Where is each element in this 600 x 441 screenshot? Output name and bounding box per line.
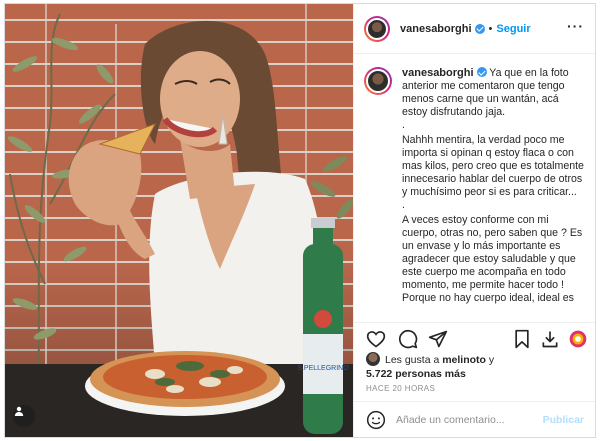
caption-username[interactable]: vanesaborghi <box>402 67 474 79</box>
caption-paragraph: . <box>402 199 405 211</box>
separator: • <box>488 22 493 35</box>
follow-button[interactable]: Seguir <box>496 23 530 35</box>
caption-avatar[interactable] <box>364 67 392 95</box>
avatar[interactable] <box>364 15 390 42</box>
post-photo[interactable]: S.PELLEGRINO <box>5 4 353 437</box>
caption-paragraph: Nahhh mentira, la verdad poco me importa… <box>402 134 587 198</box>
svg-text:S.PELLEGRINO: S.PELLEGRINO <box>297 365 349 372</box>
caption-paragraph: A veces estoy conforme con mi cuerpo, ot… <box>402 214 586 291</box>
verified-badge-icon <box>474 23 485 34</box>
heart-icon[interactable] <box>366 329 386 349</box>
action-bar <box>354 322 595 352</box>
instagram-post: S.PELLEGRINO vanesaborghi • Seguir ··· v… <box>4 3 596 438</box>
caption-paragraph: . <box>402 119 405 131</box>
bookmark-icon[interactable] <box>512 329 532 349</box>
caption-text: vanesaborghi Ya que en la foto anterior … <box>402 67 586 305</box>
liked-by-user[interactable]: melinoto <box>442 354 486 366</box>
caption-paragraph: Porque no hay cuerpo ideal, ideal es <box>402 292 574 304</box>
post-timestamp[interactable]: HACE 20 HORAS <box>366 384 435 393</box>
paper-plane-icon[interactable] <box>428 329 448 349</box>
likes-count[interactable]: 5.722 personas más <box>366 368 466 380</box>
extension-icon[interactable] <box>568 329 588 349</box>
emoji-icon[interactable] <box>366 410 386 430</box>
likes-summary: Les gusta a melinoto y 5.722 personas má… <box>366 352 494 381</box>
post-side-panel: vanesaborghi • Seguir ··· vanesaborghi Y… <box>353 4 595 437</box>
username[interactable]: vanesaborghi <box>400 23 472 35</box>
download-icon[interactable] <box>540 329 560 349</box>
water-bottle: S.PELLEGRINO <box>297 218 349 434</box>
user-tag-icon[interactable] <box>13 405 35 427</box>
post-header: vanesaborghi • Seguir ··· <box>354 4 595 54</box>
comment-input[interactable]: Añade un comentario... <box>396 414 543 426</box>
more-options-icon[interactable]: ··· <box>567 19 584 33</box>
liked-by-prefix: Les gusta a <box>385 354 443 366</box>
verified-badge-icon <box>476 67 487 77</box>
liker-avatar[interactable] <box>366 352 380 366</box>
add-comment-bar: Añade un comentario... Publicar <box>354 401 595 437</box>
liked-by-suffix: y <box>485 354 495 366</box>
publish-button[interactable]: Publicar <box>543 414 584 426</box>
photo-illustration: S.PELLEGRINO <box>5 4 353 437</box>
comment-icon[interactable] <box>398 329 418 349</box>
caption-area: vanesaborghi Ya que en la foto anterior … <box>354 55 595 317</box>
